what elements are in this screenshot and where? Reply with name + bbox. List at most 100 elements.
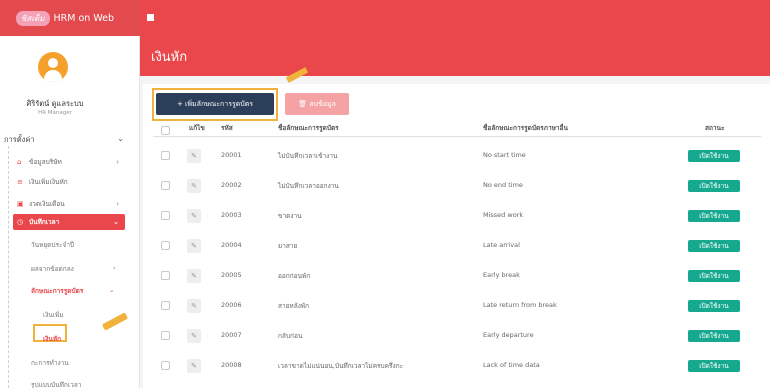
cell-name: ไม่บันทึกเวลาเข้างาน: [278, 152, 338, 160]
cell-name-other: Missed work: [483, 211, 524, 219]
avatar[interactable]: [38, 52, 68, 82]
sidebar-item-company[interactable]: ⌂ ข้อมูลบริษัท ›: [17, 154, 125, 170]
pencil-icon[interactable]: ✎: [187, 299, 201, 313]
sidebar-item-label: งวดเงินเดือน: [29, 200, 65, 208]
cell-name-other: Late arrival: [483, 241, 520, 249]
page-header: เงินหัก: [140, 36, 770, 76]
page-title: เงินหัก: [151, 50, 188, 65]
row-checkbox[interactable]: [161, 181, 170, 190]
cell-name: ขาดงาน: [278, 212, 302, 220]
cell-code: 20001: [221, 151, 242, 159]
table-header-divider: [153, 136, 761, 137]
brand-logo: ซิสเต็ม: [16, 10, 50, 26]
table-row[interactable]: ✎ 20001 ไม่บันทึกเวลาเข้างาน No start time เ…: [153, 142, 761, 170]
table-row[interactable]: ✎ 20005 ออกก่อนพัก Early break เปิดใช้งาน: [153, 262, 761, 290]
chevron-down-icon: ⌄: [109, 286, 115, 294]
user-role: HR Manager: [38, 110, 72, 116]
table-row[interactable]: ✎ 20008 เวลาขาดไม่แน่นอน,บันทึกเวลาไม่ครบค…: [153, 352, 761, 380]
brand-name: HRM on Web: [53, 12, 115, 24]
sidebar: ศิริรัตน์ ดูแลระบบ HR Manager การตั้งค่า…: [0, 36, 140, 388]
status-badge[interactable]: เปิดใช้งาน: [688, 360, 740, 372]
cell-name-other: Early break: [483, 271, 520, 279]
cell-name: เวลาขาดไม่แน่นอน,บันทึกเวลาไม่ครบครึ่งกะ: [278, 362, 404, 370]
table-row[interactable]: ✎ 20002 ไม่บันทึกเวลาออกงาน No end time เปิด…: [153, 172, 761, 200]
app-window: ซิสเต็ม HRM on Web เงินหัก ศิริรัตน์ ดูแ…: [0, 0, 770, 388]
row-checkbox[interactable]: [161, 301, 170, 310]
row-checkbox[interactable]: [161, 331, 170, 340]
avatar-head-icon: [48, 58, 58, 68]
select-all-checkbox[interactable]: [161, 126, 170, 135]
status-badge[interactable]: เปิดใช้งาน: [688, 270, 740, 282]
sidebar-subitem-agreement[interactable]: ผลจากข้อตกลง: [31, 264, 74, 274]
cell-code: 20006: [221, 301, 242, 309]
menu-toggle-icon[interactable]: [147, 14, 154, 21]
status-badge[interactable]: เปิดใช้งาน: [688, 300, 740, 312]
sidebar-item-time-record[interactable]: ◷ บันทึกเวลา ⌄: [13, 214, 125, 230]
pencil-icon[interactable]: ✎: [187, 239, 201, 253]
add-swipe-type-button[interactable]: + เพิ่มลักษณะการรูดบัตร: [156, 93, 274, 115]
status-badge[interactable]: เปิดใช้งาน: [688, 330, 740, 342]
calendar-icon: ▣: [17, 200, 24, 208]
row-checkbox[interactable]: [161, 211, 170, 220]
home-icon: ⌂: [17, 158, 22, 166]
column-header-name[interactable]: ชื่อลักษณะการรูดบัตร: [278, 123, 339, 137]
chevron-right-icon: ›: [116, 200, 119, 208]
pencil-icon[interactable]: ✎: [187, 179, 201, 193]
pencil-icon[interactable]: ✎: [187, 359, 201, 373]
sidebar-subitem-deduction[interactable]: เงินหัก: [43, 334, 61, 344]
row-checkbox[interactable]: [161, 151, 170, 160]
delete-button[interactable]: 🗑 ลบข้อมูล: [285, 93, 349, 115]
row-checkbox[interactable]: [161, 241, 170, 250]
cell-name-other: Early departure: [483, 331, 534, 339]
cell-name: ไม่บันทึกเวลาออกงาน: [278, 182, 339, 190]
sidebar-subitem-income[interactable]: เงินเพิ่ม: [43, 310, 64, 320]
status-badge[interactable]: เปิดใช้งาน: [688, 210, 740, 222]
pencil-icon[interactable]: ✎: [187, 209, 201, 223]
table-row[interactable]: ✎ 20003 ขาดงาน Missed work เปิดใช้งาน: [153, 202, 761, 230]
main-content: + เพิ่มลักษณะการรูดบัตร 🗑 ลบข้อมูล แก้ไข…: [143, 67, 770, 388]
cell-name: ออกก่อนพัก: [278, 272, 311, 280]
sidebar-item-income-deduction[interactable]: ≡ เงินเพิ่มเงินหัก: [17, 174, 125, 190]
status-badge[interactable]: เปิดใช้งาน: [688, 240, 740, 252]
pencil-icon[interactable]: ✎: [187, 149, 201, 163]
pencil-icon[interactable]: ✎: [187, 329, 201, 343]
sidebar-item-label: ข้อมูลบริษัท: [29, 158, 62, 166]
cell-code: 20003: [221, 211, 242, 219]
user-name: ศิริรัตน์ ดูแลระบบ: [26, 99, 84, 108]
sidebar-subitem-swipe-type[interactable]: ลักษณะการรูดบัตร: [31, 286, 83, 296]
sidebar-item-payroll-period[interactable]: ▣ งวดเงินเดือน ›: [17, 196, 125, 212]
top-bar: ซิสเต็ม HRM on Web: [0, 0, 770, 36]
cell-name: สายหลังพัก: [278, 302, 310, 310]
chevron-right-icon: ›: [116, 158, 119, 166]
row-checkbox[interactable]: [161, 271, 170, 280]
column-header-name-other[interactable]: ชื่อลักษณะการรูดบัตรภาษาอื่น: [483, 123, 568, 137]
chevron-down-icon: ⌄: [113, 218, 119, 226]
cell-code: 20008: [221, 361, 242, 369]
table-row[interactable]: ✎ 20007 กลับก่อน Early departure เปิดใช้งาน: [153, 322, 761, 350]
cell-name-other: Lack of time data: [483, 361, 540, 369]
chevron-right-icon: ›: [113, 264, 116, 272]
cell-name: กลับก่อน: [278, 332, 303, 340]
status-badge[interactable]: เปิดใช้งาน: [688, 150, 740, 162]
column-header-code[interactable]: รหัส: [221, 123, 233, 137]
chevron-down-icon: ⌄: [117, 134, 124, 143]
sidebar-subitem-shift[interactable]: กะการทำงาน: [31, 358, 69, 368]
sidebar-section-settings[interactable]: การตั้งค่า ⌄: [4, 134, 124, 146]
cell-name: มาสาย: [278, 242, 298, 250]
column-header-status[interactable]: สถานะ: [705, 123, 725, 137]
column-header-edit: แก้ไข: [189, 124, 205, 132]
cell-code: 20004: [221, 241, 242, 249]
cell-code: 20002: [221, 181, 242, 189]
brand: ซิสเต็ม HRM on Web: [0, 0, 140, 36]
table-row[interactable]: ✎ 20006 สายหลังพัก Late return from break เป…: [153, 292, 761, 320]
sidebar-item-label: เงินเพิ่มเงินหัก: [29, 178, 68, 186]
sidebar-subitem-holidays[interactable]: วันหยุดประจำปี: [31, 240, 74, 250]
pencil-icon[interactable]: ✎: [187, 269, 201, 283]
table-row[interactable]: ✎ 20004 มาสาย Late arrival เปิดใช้งาน: [153, 232, 761, 260]
sidebar-subitem-time-format[interactable]: รูปแบบบันทึกเวลา: [31, 380, 81, 388]
avatar-body-icon: [44, 70, 62, 82]
status-badge[interactable]: เปิดใช้งาน: [688, 180, 740, 192]
row-checkbox[interactable]: [161, 361, 170, 370]
sidebar-list: ⌂ ข้อมูลบริษัท › ≡ เงินเพิ่มเงินหัก ▣ งว…: [8, 146, 126, 388]
sidebar-section-label: การตั้งค่า: [4, 135, 35, 144]
